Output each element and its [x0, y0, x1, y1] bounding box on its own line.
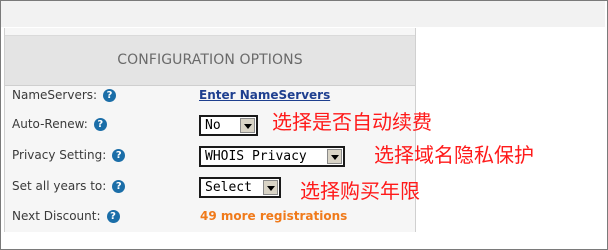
- auto-renew-select[interactable]: No: [199, 115, 258, 136]
- help-icon[interactable]: ?: [103, 89, 117, 102]
- auto-renew-select-value: No: [205, 118, 221, 133]
- privacy-setting-label-group: Privacy Setting:?: [12, 141, 126, 169]
- help-icon[interactable]: ?: [112, 149, 126, 162]
- privacy-setting-select[interactable]: WHOIS Privacy: [199, 146, 345, 167]
- nameservers-label: NameServers:: [12, 88, 98, 102]
- auto-renew-label: Auto-Renew:: [12, 117, 88, 131]
- privacy-setting-label: Privacy Setting:: [12, 148, 107, 162]
- help-icon[interactable]: ?: [112, 180, 126, 193]
- nameservers-label-group: NameServers:?: [12, 81, 117, 109]
- chevron-down-icon[interactable]: [240, 118, 255, 133]
- next-discount-label: Next Discount:: [12, 209, 101, 223]
- chevron-down-icon[interactable]: [327, 149, 342, 164]
- panel-title: CONFIGURATION OPTIONS: [5, 35, 415, 86]
- set-all-years-label-group: Set all years to:?: [12, 172, 126, 200]
- row-next-discount: Next Discount:? 49 more registrations: [5, 202, 415, 230]
- row-privacy-setting: Privacy Setting:? WHOIS Privacy: [5, 141, 415, 169]
- privacy-setting-select-value: WHOIS Privacy: [205, 149, 307, 164]
- help-icon[interactable]: ?: [93, 118, 107, 131]
- row-nameservers: NameServers:? Enter NameServers: [5, 81, 415, 109]
- auto-renew-label-group: Auto-Renew:?: [12, 110, 107, 138]
- next-discount-value: 49 more registrations: [200, 209, 348, 223]
- next-discount-label-group: Next Discount:?: [12, 202, 120, 230]
- annotation-years: 选择购买年限: [300, 179, 420, 203]
- annotation-auto-renew: 选择是否自动续费: [272, 110, 432, 134]
- enter-nameservers-link[interactable]: Enter NameServers: [199, 81, 330, 109]
- annotation-privacy: 选择域名隐私保护: [374, 143, 534, 167]
- help-icon[interactable]: ?: [106, 210, 120, 223]
- set-all-years-select[interactable]: Select: [199, 177, 281, 198]
- chevron-down-icon[interactable]: [263, 180, 278, 195]
- set-all-years-label: Set all years to:: [12, 179, 107, 193]
- set-all-years-select-value: Select: [205, 180, 252, 195]
- top-band: [1, 1, 605, 27]
